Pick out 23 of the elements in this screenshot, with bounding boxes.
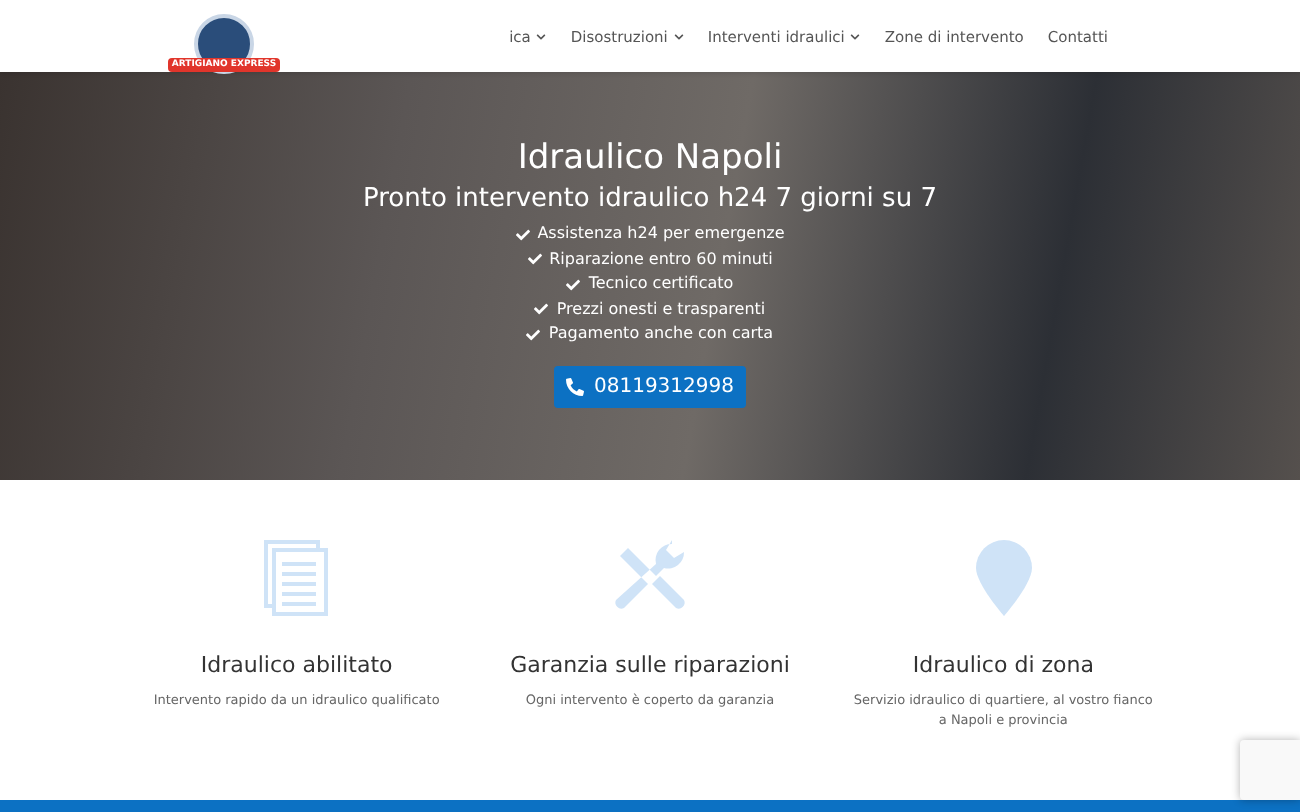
- feature-point: Assistenza h24 per emergenze: [537, 222, 785, 246]
- recaptcha-badge[interactable]: [1240, 740, 1300, 800]
- check-icon: [527, 252, 542, 267]
- feature-title: Garanzia sulle riparazioni: [510, 652, 790, 678]
- check-icon: [534, 302, 549, 317]
- feature-point: Tecnico certificato: [588, 272, 734, 296]
- feature-point: Riparazione entro 60 minuti: [549, 247, 773, 272]
- document-icon: [264, 540, 329, 616]
- phone-button[interactable]: 08119312998: [554, 365, 746, 407]
- caret-icon: [850, 31, 861, 41]
- hero-title: Idraulico Napoli: [517, 138, 783, 178]
- feature-point: Pagamento anche con carta: [548, 322, 774, 346]
- location-pin-icon: [975, 540, 1032, 616]
- check-icon: [566, 277, 581, 292]
- check-icon: [526, 327, 541, 342]
- check-icon: [515, 227, 530, 242]
- hero-subtitle: Pronto intervento idraulico h24 7 giorni su 7: [363, 184, 937, 214]
- feature-point: Prezzi onesti e trasparenti: [556, 297, 766, 322]
- caret-icon: [536, 31, 547, 41]
- phone-icon: [566, 377, 584, 395]
- feature-title: Idraulico di zona: [912, 652, 1094, 678]
- feature-title: Idraulico abilitato: [200, 652, 393, 678]
- caret-icon: [673, 31, 684, 41]
